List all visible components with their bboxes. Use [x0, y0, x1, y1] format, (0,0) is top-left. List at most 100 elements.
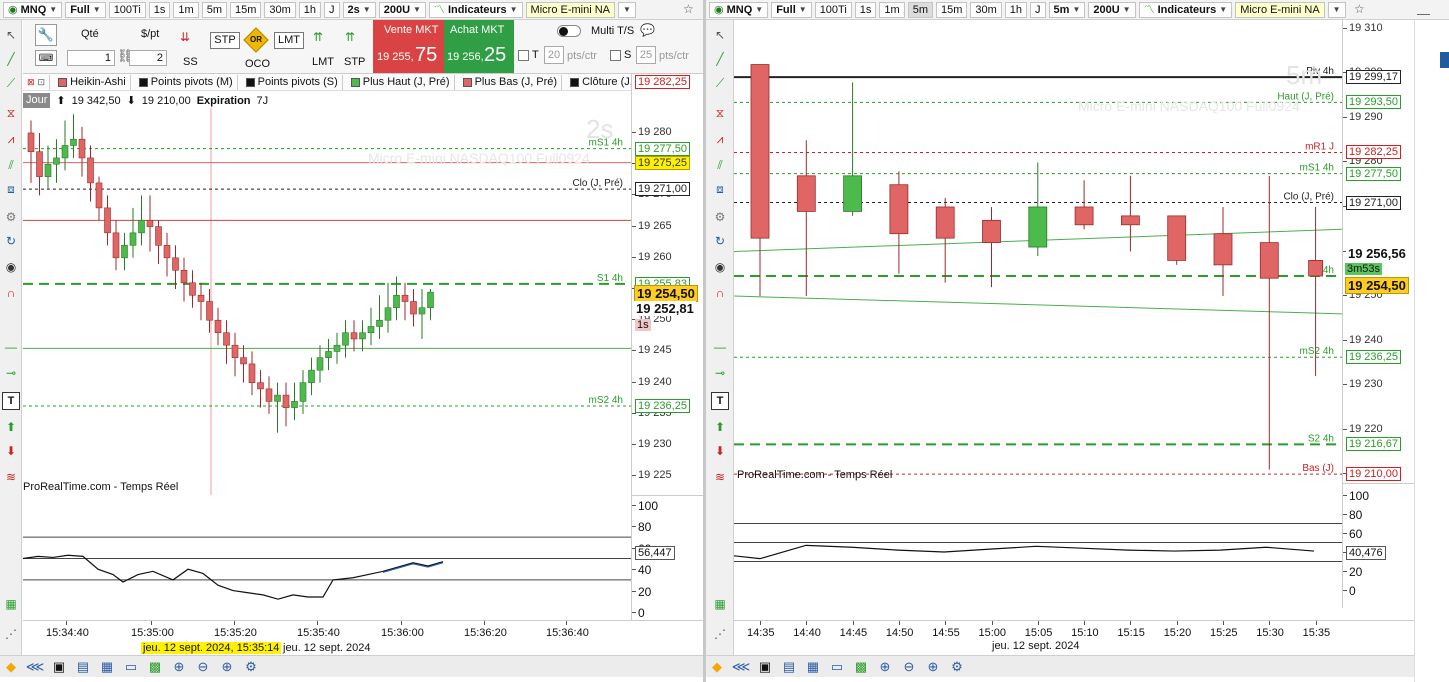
right-price-chart[interactable]: Piv 4hHaut (J, Pré)mR1 JmS1 4hClo (J, Pr…: [734, 20, 1342, 483]
panel-icon[interactable]: ▣: [50, 658, 68, 676]
arrow-down-icon[interactable]: ⬇: [2, 442, 20, 460]
more-icon[interactable]: ⋰: [2, 625, 20, 643]
legend-low[interactable]: Plus Bas (J, Pré): [459, 74, 563, 90]
comment-icon[interactable]: ▤: [74, 658, 92, 676]
left-oscillator[interactable]: [23, 495, 631, 620]
gear-icon[interactable]: ⚙: [711, 208, 729, 226]
lmt-button[interactable]: LMT: [274, 32, 304, 49]
star-icon[interactable]: ☆: [683, 2, 694, 16]
fib-icon[interactable]: ≋: [2, 468, 20, 486]
range-select[interactable]: Full ▼: [65, 1, 106, 18]
indicators-button[interactable]: 〽 Indicateurs ▼: [428, 1, 523, 18]
symbol-select-2[interactable]: ◉ MNQ ▼: [709, 1, 769, 18]
s-checkbox[interactable]: [610, 50, 621, 61]
hline-icon[interactable]: —: [2, 338, 20, 356]
trendline-icon[interactable]: ╱: [711, 50, 729, 68]
tf-1s[interactable]: 1s: [148, 1, 171, 18]
side-tab[interactable]: [1440, 52, 1449, 68]
fib-icon[interactable]: ≋: [711, 468, 729, 486]
layout-icon[interactable]: ▦: [804, 658, 822, 676]
settings-icon[interactable]: ⚙: [242, 658, 260, 676]
text-icon[interactable]: T: [711, 392, 729, 410]
rectangle-icon[interactable]: ⧈: [711, 180, 729, 198]
table-icon[interactable]: ▦: [711, 595, 729, 613]
lmt2-label[interactable]: LMT: [312, 56, 334, 68]
tf-1m-2[interactable]: 1m: [879, 1, 905, 18]
tf-30m-2[interactable]: 30m: [970, 1, 1002, 18]
magnet-icon[interactable]: ∩: [2, 284, 20, 302]
tf-15m-2[interactable]: 15m: [935, 1, 968, 18]
settings-icon[interactable]: ⚙: [948, 658, 966, 676]
more-icon[interactable]: ⋰: [711, 625, 729, 643]
hline-dot-icon[interactable]: ⊸: [2, 364, 20, 382]
t-input[interactable]: 20: [544, 46, 564, 64]
legend-pivots-m[interactable]: Points pivots (M): [135, 74, 238, 90]
s-input[interactable]: 25: [636, 46, 656, 64]
arrow-up-icon[interactable]: ⬆: [711, 418, 729, 436]
zoom-fit-icon[interactable]: ⊕: [876, 658, 894, 676]
tf-1h-2[interactable]: 1h: [1004, 1, 1028, 18]
oco-label[interactable]: OCO: [245, 58, 270, 70]
tf-1h[interactable]: 1h: [298, 1, 322, 18]
warning-icon[interactable]: ◆: [708, 658, 726, 676]
instrument-name-2[interactable]: Micro E-mini NA: [1235, 1, 1325, 18]
stp2-label[interactable]: STP: [344, 56, 365, 68]
rectangle-icon[interactable]: ⧈: [2, 180, 20, 198]
layout-icon[interactable]: ▦: [98, 658, 116, 676]
buy-limit-icon[interactable]: ⇈: [313, 30, 323, 44]
magnet-icon[interactable]: ∩: [711, 284, 729, 302]
arrow-down-icon[interactable]: ⬇: [711, 442, 729, 460]
arrow-up-icon[interactable]: ⬆: [2, 418, 20, 436]
panel-icon[interactable]: ▣: [756, 658, 774, 676]
chat-icon[interactable]: 💬: [640, 23, 655, 37]
left-osc-axis[interactable]: 10080604020056,447: [631, 495, 703, 620]
tf-5m-2[interactable]: 5m: [907, 1, 933, 18]
text-icon[interactable]: T: [2, 392, 20, 410]
legend-high[interactable]: Plus Haut (J, Pré): [347, 74, 455, 90]
tf-15m[interactable]: 15m: [229, 1, 262, 18]
regression-icon[interactable]: ⫽: [711, 156, 729, 174]
table-icon[interactable]: ▦: [2, 595, 20, 613]
fan-icon[interactable]: ⩘: [2, 130, 20, 148]
keyboard-icon[interactable]: ⌨: [35, 50, 57, 66]
ticks-button[interactable]: 100Ti: [108, 1, 146, 18]
rotate-icon[interactable]: ↻: [2, 232, 20, 250]
units-select[interactable]: 200U ▼: [378, 1, 426, 18]
settings-icon[interactable]: ⊡: [38, 77, 46, 88]
right-osc-axis[interactable]: 10080604020040,476: [1342, 483, 1414, 608]
instrument-dropdown[interactable]: ▼: [618, 1, 636, 18]
legend-heikin[interactable]: Heikin-Ashi: [54, 74, 131, 90]
t-checkbox[interactable]: [518, 50, 529, 61]
instrument-dropdown-2[interactable]: ▼: [1327, 1, 1346, 18]
symbol-select[interactable]: ◉ MNQ ▼: [3, 1, 63, 18]
comment-icon[interactable]: ▤: [780, 658, 798, 676]
zoom-out-icon[interactable]: ⊖: [194, 658, 212, 676]
legend-pivots-s[interactable]: Points pivots (S): [242, 74, 343, 90]
ticks-button-2[interactable]: 100Ti: [814, 1, 852, 18]
tf-1s-2[interactable]: 1s: [854, 1, 877, 18]
right-price-axis[interactable]: 19 31019 30019 29019 28019 27019 26019 2…: [1342, 20, 1414, 483]
pointer-icon[interactable]: ↖: [711, 26, 729, 44]
trendline-icon[interactable]: ╱: [2, 50, 20, 68]
instrument-name[interactable]: Micro E-mini NA: [525, 1, 615, 18]
zoom-in-icon[interactable]: ⊕: [218, 658, 236, 676]
channel-icon[interactable]: ⧖: [711, 104, 729, 122]
tf-30m[interactable]: 30m: [264, 1, 296, 18]
warning-icon[interactable]: ◆: [2, 658, 20, 676]
minimize-icon[interactable]: —: [1417, 6, 1430, 21]
rotate-icon[interactable]: ↻: [711, 232, 729, 250]
share-icon[interactable]: ⋘: [26, 658, 45, 676]
qty-input[interactable]: 1: [67, 50, 115, 66]
share-icon[interactable]: ⋘: [732, 658, 751, 676]
hline-dot-icon[interactable]: ⊸: [711, 364, 729, 382]
zoom-fit-icon[interactable]: ⊕: [170, 658, 188, 676]
note-icon[interactable]: ▭: [828, 658, 846, 676]
range-select-2[interactable]: Full ▼: [771, 1, 812, 18]
line-icon[interactable]: ⟋: [2, 74, 20, 92]
tf-j-2[interactable]: J: [1030, 1, 1046, 18]
eye-icon[interactable]: ◉: [2, 258, 20, 276]
wrench-icon[interactable]: 🔧: [35, 24, 57, 46]
zoom-out-icon[interactable]: ⊖: [900, 658, 918, 676]
buy-market-button[interactable]: Achat MKT 19 256, 25: [444, 20, 514, 73]
legend-close[interactable]: Clôture (J, P: [566, 75, 631, 90]
